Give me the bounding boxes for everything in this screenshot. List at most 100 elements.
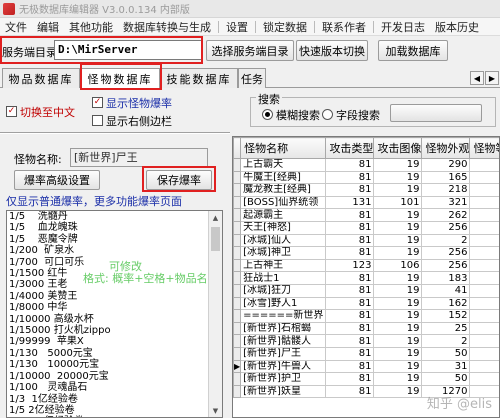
grid-cell-level[interactable] — [469, 195, 499, 210]
grid-row[interactable]: [冰城]狂刀 81 19 41 — [233, 283, 499, 298]
grid-cell-attack-type[interactable]: 81 — [325, 283, 375, 298]
row-indicator[interactable] — [233, 346, 242, 361]
grid-cell-appearance[interactable]: 162 — [421, 296, 471, 311]
grid-cell-name[interactable]: [新世界]尸王 — [240, 346, 327, 361]
grid-cell-attack-image[interactable]: 19 — [373, 158, 423, 172]
grid-cell-attack-type[interactable]: 81 — [325, 170, 375, 185]
grid-cell-level[interactable] — [469, 170, 499, 185]
grid-cell-level[interactable] — [469, 372, 499, 386]
to-chinese-checkbox[interactable]: ✓ — [6, 106, 17, 117]
grid-row[interactable]: [冰雪]野人1 81 19 162 — [233, 296, 499, 311]
grid-row[interactable]: [冰城]仙人 81 19 2 — [233, 233, 499, 248]
grid-cell-attack-type[interactable]: 81 — [325, 309, 375, 323]
grid-cell-appearance[interactable]: 183 — [421, 271, 471, 285]
menu-other-functions[interactable]: 其他功能 — [64, 19, 118, 35]
grid-cell-attack-type[interactable]: 123 — [325, 258, 375, 273]
grid-cell-name[interactable]: [冰城]狂刀 — [240, 283, 327, 298]
grid-row[interactable]: 天王[神怒] 81 19 256 — [233, 220, 499, 235]
row-indicator[interactable] — [233, 321, 242, 336]
drop-list-scrollbar[interactable]: ▲ ▼ — [208, 211, 222, 417]
grid-cell-appearance[interactable]: 50 — [421, 346, 471, 361]
grid-cell-attack-image[interactable]: 19 — [373, 183, 423, 197]
scroll-thumb[interactable] — [211, 227, 220, 251]
grid-cell-level[interactable] — [469, 309, 499, 323]
grid-cell-name[interactable]: [冰城]神卫 — [240, 246, 327, 260]
grid-cell-level[interactable] — [469, 246, 499, 260]
grid-cell-level[interactable] — [469, 321, 499, 336]
show-right-sidebar-checkbox[interactable] — [92, 115, 103, 126]
grid-row[interactable]: [新世界]尸王 81 19 50 — [233, 346, 499, 361]
row-indicator[interactable] — [233, 233, 242, 248]
grid-cell-attack-image[interactable]: 19 — [373, 334, 423, 348]
grid-cell-attack-image[interactable]: 19 — [373, 220, 423, 235]
row-indicator[interactable] — [233, 246, 242, 260]
grid-cell-attack-type[interactable]: 81 — [325, 158, 375, 172]
select-server-dir-button[interactable]: 选择服务端目录 — [206, 40, 294, 61]
grid-cell-appearance[interactable]: 256 — [421, 246, 471, 260]
grid-cell-attack-image[interactable]: 19 — [373, 296, 423, 311]
save-drop-rate-button[interactable]: 保存爆率 — [146, 170, 212, 190]
row-indicator[interactable] — [233, 258, 242, 273]
load-database-button[interactable]: 加载数据库 — [378, 40, 448, 61]
grid-cell-attack-type[interactable]: 81 — [325, 372, 375, 386]
grid-row[interactable]: 起源霸主 81 19 262 — [233, 208, 499, 222]
grid-cell-attack-type[interactable]: 81 — [325, 359, 375, 374]
grid-cell-appearance[interactable]: 2 — [421, 334, 471, 348]
grid-row[interactable]: [BOSS]仙界统领 131 101 321 — [233, 195, 499, 210]
grid-row[interactable]: 魔龙教主[经典] 81 19 218 — [233, 183, 499, 197]
grid-cell-name[interactable]: [BOSS]仙界统领 — [240, 195, 327, 210]
grid-cell-attack-image[interactable]: 19 — [373, 208, 423, 222]
grid-cell-level[interactable] — [469, 346, 499, 361]
grid-cell-attack-image[interactable]: 19 — [373, 309, 423, 323]
current-row-arrow-icon[interactable]: ▶ — [233, 359, 242, 374]
grid-cell-level[interactable] — [469, 359, 499, 374]
row-indicator[interactable] — [233, 372, 242, 386]
grid-cell-name[interactable]: [新世界]骷髅人 — [240, 334, 327, 348]
grid-row[interactable]: ======新世界 81 19 152 — [233, 309, 499, 323]
grid-cell-name[interactable]: ======新世界 — [240, 309, 327, 323]
grid-cell-name[interactable]: [冰雪]野人1 — [240, 296, 327, 311]
grid-header-attack-type[interactable]: 攻击类型 — [325, 137, 375, 159]
grid-cell-name[interactable]: 上古神王 — [240, 258, 327, 273]
tab-item-database[interactable]: 物品数据库 — [2, 68, 80, 88]
row-indicator[interactable] — [233, 283, 242, 298]
row-indicator[interactable] — [233, 296, 242, 311]
grid-cell-appearance[interactable]: 50 — [421, 372, 471, 386]
grid-cell-attack-type[interactable]: 81 — [325, 220, 375, 235]
grid-cell-attack-image[interactable]: 19 — [373, 372, 423, 386]
menu-contact-author[interactable]: 联系作者 — [317, 19, 371, 35]
grid-cell-name[interactable]: [新世界]牛兽人 — [240, 359, 327, 374]
grid-cell-appearance[interactable]: 321 — [421, 195, 471, 210]
grid-cell-level[interactable] — [469, 233, 499, 248]
grid-cell-appearance[interactable]: 31 — [421, 359, 471, 374]
row-indicator[interactable] — [233, 158, 242, 172]
tab-quest[interactable]: 任务 — [238, 68, 266, 88]
grid-cell-name[interactable]: 起源霸主 — [240, 208, 327, 222]
menu-file[interactable]: 文件 — [0, 19, 32, 35]
monster-name-field[interactable]: [新世界]尸王 — [70, 148, 208, 167]
grid-cell-attack-image[interactable]: 19 — [373, 346, 423, 361]
grid-row[interactable]: [新世界]护卫 81 19 50 — [233, 372, 499, 386]
tab-scroll-right-icon[interactable]: ▶ — [485, 71, 499, 85]
grid-cell-attack-type[interactable]: 81 — [325, 384, 375, 399]
row-indicator[interactable] — [233, 220, 242, 235]
grid-cell-level[interactable] — [469, 208, 499, 222]
grid-header-attack-image[interactable]: 攻击图像 — [373, 137, 423, 159]
show-drop-rate-checkbox[interactable]: ✓ — [92, 97, 103, 108]
grid-cell-level[interactable] — [469, 271, 499, 285]
grid-header-appearance[interactable]: 怪物外观 — [421, 137, 471, 159]
grid-cell-attack-image[interactable]: 19 — [373, 283, 423, 298]
grid-cell-attack-type[interactable]: 81 — [325, 246, 375, 260]
grid-cell-attack-type[interactable]: 81 — [325, 334, 375, 348]
menu-db-convert[interactable]: 数据库转换与生成 — [118, 19, 216, 35]
grid-cell-name[interactable]: 魔龙教主[经典] — [240, 183, 327, 197]
search-input[interactable] — [390, 104, 482, 122]
grid-cell-attack-image[interactable]: 19 — [373, 233, 423, 248]
grid-cell-name[interactable]: 狂战士1 — [240, 271, 327, 285]
grid-header-name[interactable]: 怪物名称 — [240, 137, 327, 159]
grid-cell-attack-type[interactable]: 81 — [325, 271, 375, 285]
tab-scroll-left-icon[interactable]: ◀ — [470, 71, 484, 85]
grid-row[interactable]: 上古霸天 81 19 290 — [233, 158, 499, 172]
row-indicator[interactable] — [233, 271, 242, 285]
grid-cell-name[interactable]: [新世界]石棺蝎 — [240, 321, 327, 336]
